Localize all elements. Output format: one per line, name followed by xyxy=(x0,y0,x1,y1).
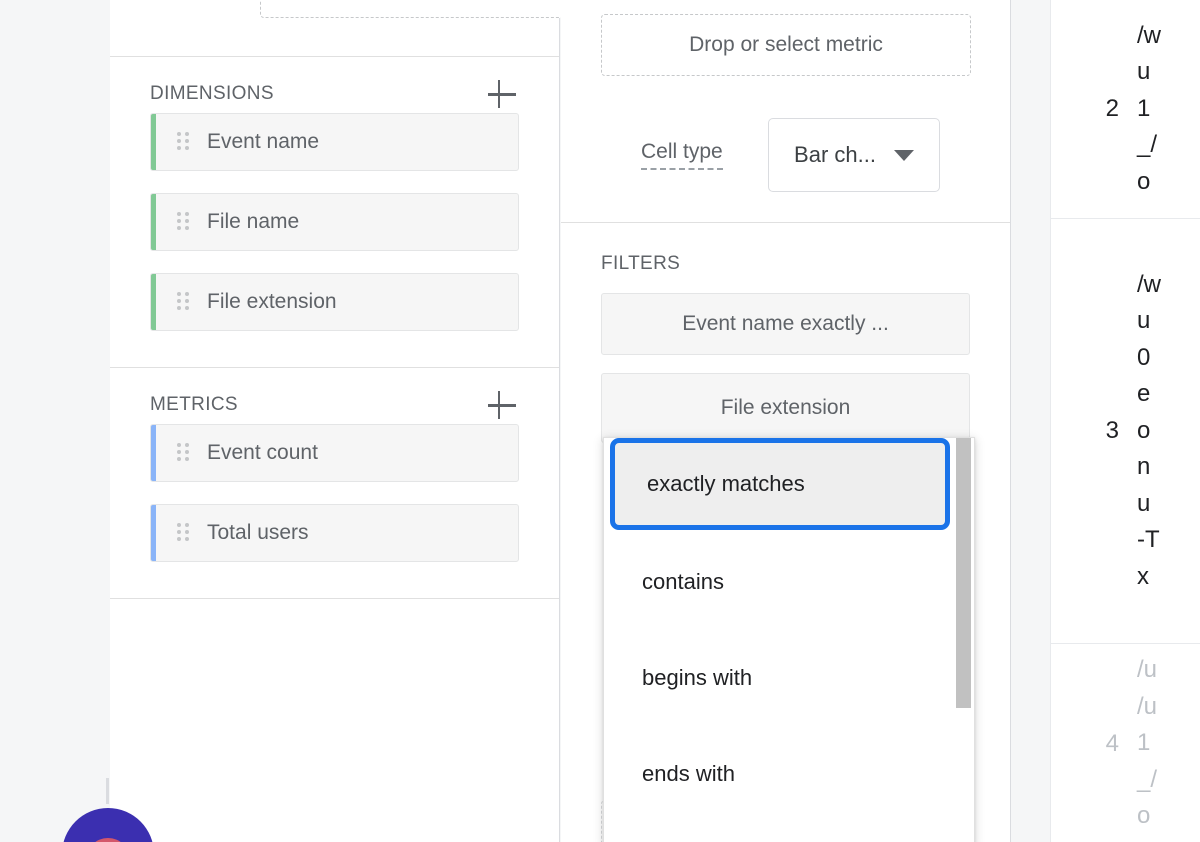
values-section: Drop or select metric Cell type Bar ch..… xyxy=(561,0,1010,223)
explore-workspace: DIMENSIONS Event name File name File ext… xyxy=(0,0,1200,842)
metrics-section: METRICS Event count Total users xyxy=(110,368,559,599)
filter-chip-file-extension[interactable]: File extension xyxy=(601,373,970,443)
dimension-label: File name xyxy=(207,210,300,233)
dimension-chip-event-name[interactable]: Event name xyxy=(150,113,519,171)
dimensions-header: DIMENSIONS xyxy=(150,57,519,113)
segments-section-clipped xyxy=(110,0,630,57)
dimensions-section: DIMENSIONS Event name File name File ext… xyxy=(110,57,559,368)
fab-connector xyxy=(106,778,109,804)
match-type-option-list: exactly matches contains begins with end… xyxy=(604,438,974,822)
cell-type-select[interactable]: Bar ch... xyxy=(768,118,940,192)
panel-gap xyxy=(1012,0,1050,842)
dimension-accent-bar xyxy=(151,114,156,170)
row-value: /w u 1 _/ o xyxy=(1137,21,1161,195)
dimension-chip-file-name[interactable]: File name xyxy=(150,193,519,251)
dimension-chip-file-extension[interactable]: File extension xyxy=(150,273,519,331)
fab-inner-icon xyxy=(86,838,130,842)
results-table: 2 /w u 1 _/ o 3 /w u 0 e o n u -T x 4 /u… xyxy=(1050,0,1200,842)
filters-section: FILTERS Event name exactly ... File exte… xyxy=(561,223,1010,443)
metric-dropzone[interactable]: Drop or select metric xyxy=(601,14,971,76)
drag-handle-icon[interactable] xyxy=(177,132,191,152)
metric-chip-total-users[interactable]: Total users xyxy=(150,504,519,562)
dimensions-title: DIMENSIONS xyxy=(150,83,274,104)
match-type-option-contains[interactable]: contains xyxy=(604,534,974,630)
metric-accent-bar xyxy=(151,505,156,561)
row-index: 4 xyxy=(1105,729,1119,757)
table-row[interactable]: 3 /w u 0 e o n u -T x xyxy=(1051,219,1200,644)
metric-chip-event-count[interactable]: Event count xyxy=(150,424,519,482)
chevron-down-icon xyxy=(893,149,914,161)
dimension-label: Event name xyxy=(207,130,320,153)
metric-accent-bar xyxy=(151,425,156,481)
left-gutter xyxy=(0,0,110,842)
match-type-option-ends-with[interactable]: ends with xyxy=(604,726,974,822)
drag-handle-icon[interactable] xyxy=(177,443,191,463)
metric-label: Total users xyxy=(207,521,309,544)
row-value: /u /u 1 _/ o xyxy=(1137,656,1158,830)
cell-type-value: Bar ch... xyxy=(794,142,876,167)
table-row[interactable]: 2 /w u 1 _/ o xyxy=(1051,0,1200,219)
drag-handle-icon[interactable] xyxy=(177,292,191,312)
row-value: /w u 0 e o n u -T x xyxy=(1137,270,1161,590)
drag-handle-icon[interactable] xyxy=(177,212,191,232)
drag-handle-icon[interactable] xyxy=(177,523,191,543)
variables-column: DIMENSIONS Event name File name File ext… xyxy=(110,0,630,842)
dimension-label: File extension xyxy=(207,290,337,313)
table-row[interactable]: 4 /u /u 1 _/ o xyxy=(1051,644,1200,842)
popup-scrollbar[interactable] xyxy=(956,438,971,842)
filters-title: FILTERS xyxy=(601,253,681,274)
metric-label: Event count xyxy=(207,441,318,464)
popup-scrollbar-thumb[interactable] xyxy=(956,438,971,708)
cell-type-label: Cell type xyxy=(641,140,723,171)
dimension-accent-bar xyxy=(151,274,156,330)
metrics-title: METRICS xyxy=(150,394,238,415)
row-index: 3 xyxy=(1105,417,1119,444)
match-type-option-begins-with[interactable]: begins with xyxy=(604,630,974,726)
add-dimension-icon[interactable] xyxy=(485,77,519,111)
dimension-accent-bar xyxy=(151,194,156,250)
filter-chip-event-name[interactable]: Event name exactly ... xyxy=(601,293,970,355)
cell-type-row: Cell type Bar ch... xyxy=(601,118,970,192)
row-index: 2 xyxy=(1105,95,1119,122)
add-metric-icon[interactable] xyxy=(485,388,519,422)
metrics-header: METRICS xyxy=(150,368,519,424)
match-type-listbox[interactable]: exactly matches contains begins with end… xyxy=(603,437,975,842)
match-type-option-exactly-matches[interactable]: exactly matches xyxy=(610,438,950,530)
